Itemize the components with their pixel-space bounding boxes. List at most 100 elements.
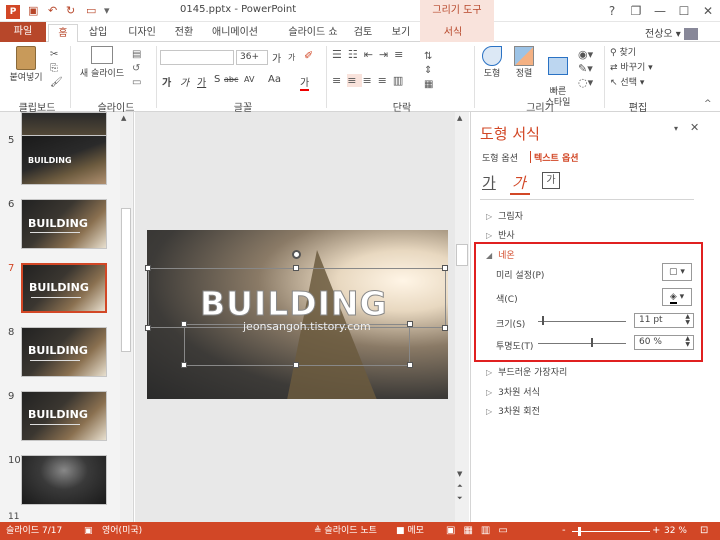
shadow-button[interactable]: S bbox=[214, 74, 220, 85]
shape-fill-outline-icons[interactable]: ◉▾ ✎▾ ◌▾ bbox=[578, 48, 593, 90]
notes-button[interactable]: ≜ 슬라이드 노트 bbox=[314, 522, 377, 540]
resize-handle[interactable] bbox=[181, 362, 187, 368]
select-button[interactable]: ↖ 선택 ▾ bbox=[610, 76, 653, 91]
collapse-ribbon-icon[interactable]: ^ bbox=[704, 99, 712, 109]
app-logo-icon[interactable]: P bbox=[6, 3, 20, 19]
section-3d-format[interactable]: ▷ 3차원 서식 bbox=[486, 385, 540, 398]
redo-icon[interactable]: ↻ bbox=[66, 3, 75, 19]
slide-thumb[interactable]: BUILDING bbox=[21, 135, 107, 185]
slide-thumb-selected[interactable]: BUILDING bbox=[21, 263, 107, 313]
neon-color-dropdown[interactable]: ◈ ▾ bbox=[662, 288, 692, 306]
clear-format-icon[interactable]: ✐ bbox=[304, 49, 313, 62]
neon-preset-dropdown[interactable]: ▢ ▾ bbox=[662, 263, 692, 281]
tab-review[interactable]: 검토 bbox=[350, 24, 376, 41]
scroll-up-icon[interactable]: ▲ bbox=[121, 114, 126, 122]
text-effects-icon[interactable]: 가 bbox=[512, 172, 526, 193]
zoom-slider[interactable] bbox=[572, 531, 650, 532]
resize-handle[interactable] bbox=[407, 362, 413, 368]
slide-thumb[interactable] bbox=[21, 455, 107, 505]
customize-qat-icon[interactable]: ▾ bbox=[104, 3, 110, 19]
tab-animations[interactable]: 애니메이션 bbox=[206, 24, 264, 41]
section-neon[interactable]: ◢ 네온 bbox=[486, 248, 515, 261]
tab-transitions[interactable]: 전환 bbox=[170, 24, 198, 41]
pane-close-icon[interactable]: ✕ bbox=[690, 121, 699, 134]
font-color-button[interactable]: 가 bbox=[300, 74, 310, 91]
rotate-handle-icon[interactable] bbox=[292, 250, 301, 259]
neon-size-slider[interactable] bbox=[538, 321, 626, 322]
resize-handle[interactable] bbox=[293, 265, 299, 271]
arrange-button[interactable]: 정렬 bbox=[510, 46, 538, 80]
font-grow-icon[interactable]: 가 bbox=[272, 50, 281, 65]
font-size-input[interactable]: 36+ bbox=[236, 50, 268, 65]
neon-transparency-input[interactable]: 60 % ▲ ▼ bbox=[634, 335, 694, 350]
editing-buttons[interactable]: ⚲ 찾기 ⇄ 바꾸기 ▾ ↖ 선택 ▾ bbox=[610, 46, 653, 91]
tab-format[interactable]: 서식 bbox=[440, 24, 466, 41]
text-fill-outline-icon[interactable]: 가 bbox=[482, 172, 496, 193]
new-slide-button[interactable]: 새 슬라이드 bbox=[76, 46, 128, 80]
text-direction-icons[interactable]: ⇅ ⇕ ▦ bbox=[424, 50, 433, 92]
tab-design[interactable]: 디자인 bbox=[124, 24, 160, 41]
font-shrink-icon[interactable]: 가 bbox=[288, 52, 295, 63]
resize-handle[interactable] bbox=[407, 321, 413, 327]
paste-button[interactable]: 붙여넣기 bbox=[6, 46, 46, 84]
ribbon-display-button[interactable]: ❐ bbox=[624, 2, 648, 20]
tab-view[interactable]: 보기 bbox=[388, 24, 414, 41]
strikethrough-button[interactable]: abc bbox=[224, 75, 238, 84]
thumbnail-scroll-thumb[interactable] bbox=[121, 208, 131, 352]
clipboard-small-icons[interactable]: ✂ ⎘ 🖌 bbox=[50, 48, 63, 90]
slide-thumb[interactable]: BUILDING bbox=[21, 391, 107, 441]
resize-handle[interactable] bbox=[442, 325, 448, 331]
find-button[interactable]: ⚲ 찾기 bbox=[610, 46, 653, 61]
resize-handle[interactable] bbox=[145, 265, 151, 271]
save-icon[interactable]: ▣ bbox=[28, 3, 38, 19]
tab-file[interactable]: 파일 bbox=[0, 22, 46, 42]
fit-to-window-icon[interactable]: ⊡ bbox=[700, 522, 708, 540]
editor-scroll-thumb[interactable] bbox=[456, 244, 468, 266]
view-buttons[interactable]: ▣▦▥▭ bbox=[446, 522, 516, 540]
slide-layout-icons[interactable]: ▤ ↺ ▭ bbox=[132, 48, 141, 90]
zoom-out-button[interactable]: - bbox=[562, 522, 566, 540]
zoom-level[interactable]: 32 % bbox=[664, 522, 687, 540]
shapes-button[interactable]: 도형 bbox=[478, 46, 506, 80]
neon-transparency-slider[interactable] bbox=[538, 343, 626, 344]
resize-handle[interactable] bbox=[181, 321, 187, 327]
tab-shape-options[interactable]: 도형 옵션 bbox=[482, 151, 518, 164]
maximize-button[interactable]: ☐ bbox=[672, 2, 696, 20]
bold-button[interactable]: 가 bbox=[162, 74, 171, 89]
close-button[interactable]: ✕ bbox=[696, 2, 720, 20]
list-buttons[interactable]: ☰☷⇤⇥≡ bbox=[332, 48, 409, 61]
resize-handle[interactable] bbox=[293, 362, 299, 368]
start-slideshow-icon[interactable]: ▭ bbox=[86, 3, 96, 19]
neon-transparency-slider-thumb[interactable] bbox=[590, 338, 593, 347]
editor-scrollbar[interactable] bbox=[455, 112, 469, 522]
resize-handle[interactable] bbox=[145, 325, 151, 331]
user-name[interactable]: 전상오 ▾ bbox=[645, 25, 698, 40]
tab-slideshow[interactable]: 슬라이드 쇼 bbox=[280, 24, 346, 41]
resize-handle[interactable] bbox=[442, 265, 448, 271]
tab-home[interactable]: 홈 bbox=[48, 24, 78, 43]
slide-title-text[interactable]: BUILDING bbox=[200, 284, 388, 324]
tab-text-options[interactable]: 텍스트 옵션 bbox=[534, 151, 579, 164]
change-case-button[interactable]: Aa bbox=[268, 74, 281, 85]
section-reflection[interactable]: ▷ 반사 bbox=[486, 228, 515, 241]
neon-size-input[interactable]: 11 pt ▲ ▼ bbox=[634, 313, 694, 328]
char-spacing-button[interactable]: AV bbox=[244, 75, 254, 84]
tab-insert[interactable]: 삽입 bbox=[84, 24, 112, 41]
scroll-up-icon[interactable]: ▲ bbox=[457, 114, 462, 122]
pane-options-icon[interactable]: ▾ bbox=[674, 124, 678, 133]
zoom-in-button[interactable]: + bbox=[652, 522, 660, 540]
spellcheck-icon[interactable]: ▣ bbox=[84, 522, 93, 540]
help-button[interactable]: ? bbox=[600, 2, 624, 20]
align-buttons[interactable]: ≡≡≡≡▥ bbox=[332, 74, 409, 87]
undo-icon[interactable]: ↶ bbox=[48, 3, 57, 19]
section-3d-rotation[interactable]: ▷ 3차원 회전 bbox=[486, 404, 540, 417]
zoom-slider-thumb[interactable] bbox=[578, 527, 581, 536]
italic-button[interactable]: 가 bbox=[180, 74, 189, 89]
section-soft-edges[interactable]: ▷ 부드러운 가장자리 bbox=[486, 365, 567, 378]
minimize-button[interactable]: — bbox=[648, 2, 672, 20]
language[interactable]: 영어(미국) bbox=[102, 522, 142, 540]
comments-button[interactable]: ■ 메모 bbox=[396, 522, 424, 540]
replace-button[interactable]: ⇄ 바꾸기 ▾ bbox=[610, 61, 653, 76]
slide-thumb[interactable]: BUILDING bbox=[21, 327, 107, 377]
text-box-icon[interactable]: 가 bbox=[542, 172, 560, 189]
